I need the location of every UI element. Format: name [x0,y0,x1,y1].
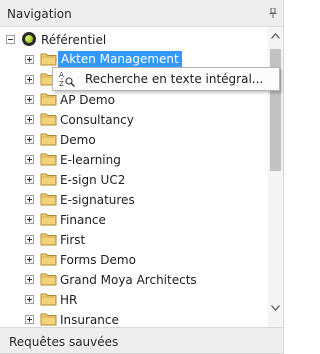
expand-toggle[interactable] [25,315,34,324]
tree-item[interactable]: First [0,230,268,250]
folder-icon [40,293,57,306]
svg-text:Z: Z [59,80,64,88]
context-menu: A Z Recherche en texte intégral... [52,67,280,91]
tree-item-label: HR [60,293,78,307]
tree-item-label: Demo [60,133,96,147]
tree-item-label: E-learning [60,153,121,167]
panel-header: Navigation [0,0,283,27]
folder-icon [40,213,57,226]
svg-text:A: A [59,71,64,79]
tree-item[interactable]: HR [0,290,268,310]
tree-item-label: First [60,233,86,247]
expand-toggle[interactable] [25,155,34,164]
tree-item-label: Akten Management [58,51,182,68]
tree-item-label: E-signatures [60,193,135,207]
tree-item-label: Consultancy [60,113,134,127]
full-text-search-icon: A Z [59,71,75,88]
tree-item[interactable]: Finance [0,210,268,230]
folder-icon [40,153,57,166]
saved-queries-title: Requêtes sauvées [9,335,119,349]
folder-icon [40,273,57,286]
pin-icon[interactable] [269,8,277,18]
folder-icon [40,253,57,266]
tree-item-label: Insurance [60,313,119,327]
tree-item-label: Forms Demo [60,253,136,267]
folder-icon [40,53,57,66]
tree-item[interactable]: Forms Demo [0,250,268,270]
expand-toggle[interactable] [25,135,34,144]
tree-item[interactable]: E-sign UC2 [0,170,268,190]
tree-item[interactable]: Grand Moya Architects [0,270,268,290]
tree-item-label: Finance [60,213,106,227]
folder-icon [40,133,57,146]
expand-toggle[interactable] [25,75,34,84]
expand-toggle[interactable] [25,175,34,184]
folder-icon [40,193,57,206]
expand-toggle[interactable] [25,295,34,304]
expand-toggle[interactable] [25,95,34,104]
expand-toggle[interactable] [25,115,34,124]
expand-toggle[interactable] [25,215,34,224]
saved-queries-bar[interactable]: Requêtes sauvées [0,327,283,353]
tree-item[interactable]: Insurance [0,310,268,327]
folder-icon [40,173,57,186]
folder-icon [40,313,57,326]
folder-icon [40,93,57,106]
tree-root[interactable]: Référentiel [0,30,268,50]
folder-icon [40,233,57,246]
panel-title: Navigation [7,7,72,21]
expand-toggle[interactable] [25,255,34,264]
expand-toggle[interactable] [25,55,34,64]
menu-item-full-text-search[interactable]: A Z Recherche en texte intégral... [53,68,279,90]
expand-toggle[interactable] [25,275,34,284]
tree-item-label: AP Demo [60,93,115,107]
folder-icon [40,113,57,126]
tree-item[interactable]: AP Demo [0,90,268,110]
collapse-toggle[interactable] [6,35,15,44]
navigation-panel: Navigation Référentiel Akten Management [0,0,284,354]
tree-root-label: Référentiel [41,33,107,47]
expand-toggle[interactable] [25,195,34,204]
expand-toggle[interactable] [25,235,34,244]
scroll-up-arrow-icon[interactable] [271,33,280,39]
scroll-down-arrow-icon[interactable] [271,305,280,311]
tree-item[interactable]: Consultancy [0,110,268,130]
tree-item-label: E-sign UC2 [60,173,126,187]
repository-icon [22,32,36,46]
tree-item[interactable]: E-learning [0,150,268,170]
tree-item[interactable]: E-signatures [0,190,268,210]
tree-item-label: Grand Moya Architects [60,273,197,287]
menu-item-label: Recherche en texte intégral... [85,72,264,86]
tree-item[interactable]: Demo [0,130,268,150]
